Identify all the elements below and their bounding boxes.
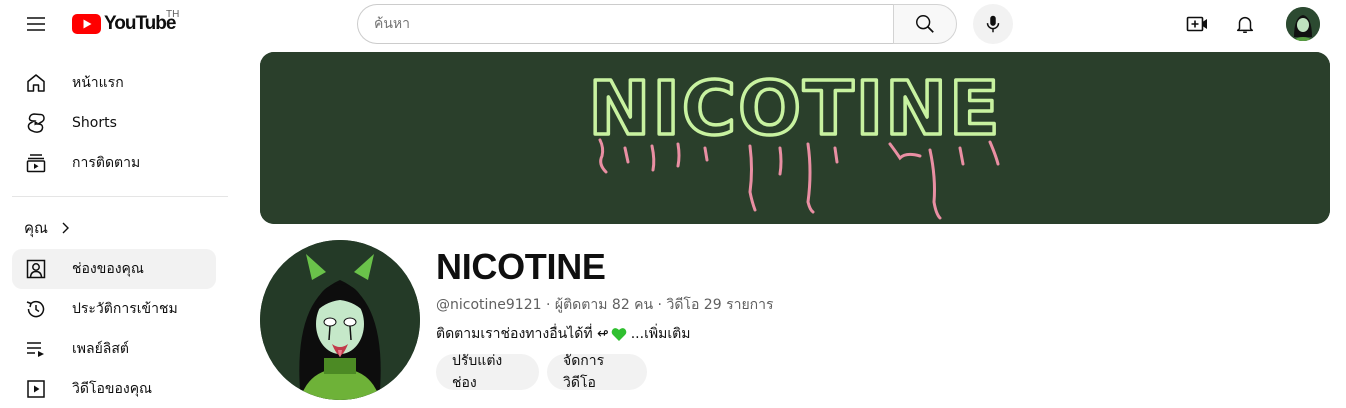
channel-meta: @nicotine9121 · ผู้ติดตาม 82 คน · วิดีโอ… [436, 294, 774, 316]
meta-separator: · [653, 297, 667, 313]
sidebar-divider [12, 196, 228, 197]
top-bar: YouTube TH [0, 0, 1346, 48]
youtube-play-logo-icon [72, 14, 101, 34]
search-icon [916, 15, 934, 33]
sidebar-item-label: หน้าแรก [72, 75, 124, 91]
sidebar-item-your-channel[interactable]: ช่องของคุณ [12, 249, 216, 289]
hamburger-menu-icon [27, 17, 45, 31]
sidebar-item-label: เพลย์ลิสต์ [72, 341, 130, 357]
home-icon [24, 71, 48, 95]
manage-videos-button[interactable]: จัดการวิดีโอ [547, 353, 647, 391]
channel-handle: @nicotine9121 [436, 297, 542, 313]
sidebar-item-history[interactable]: ประวัติการเข้าชม [12, 289, 216, 329]
guide-menu-button[interactable] [16, 4, 56, 44]
more-link[interactable]: ...เพิ่มเติม [631, 323, 691, 345]
channel-banner: NICOTINE [260, 52, 1330, 224]
sidebar-item-your-videos[interactable]: วิดีโอของคุณ [12, 369, 216, 408]
sidebar-item-subscriptions[interactable]: การติดตาม [12, 143, 216, 183]
notifications-button[interactable] [1225, 4, 1265, 44]
banner-title: NICOTINE [588, 66, 1001, 152]
subscriber-count: ผู้ติดตาม 82 คน [554, 297, 654, 313]
sidebar-item-home[interactable]: หน้าแรก [12, 63, 216, 103]
account-avatar[interactable] [1286, 7, 1320, 41]
sidebar-item-label: ประวัติการเข้าชม [72, 301, 178, 317]
playlists-icon [24, 337, 48, 361]
channel-avatar-image [260, 240, 420, 400]
search-box [357, 4, 957, 44]
description-text: ติดตามเราช่องทางอื่นได้ที่ ↫ [436, 326, 609, 342]
sidebar-item-label: ช่องของคุณ [72, 261, 144, 277]
chevron-right-icon [62, 222, 69, 234]
green-heart-icon [611, 327, 627, 341]
logo-text: YouTube [104, 13, 176, 34]
channel-name: NICOTINE [436, 246, 606, 287]
your-channel-icon [24, 257, 48, 281]
your-videos-icon [24, 377, 48, 401]
sidebar-item-label: วิดีโอของคุณ [72, 381, 153, 397]
subscriptions-icon [24, 151, 48, 175]
create-video-icon [1186, 16, 1207, 32]
voice-search-button[interactable] [973, 4, 1013, 44]
banner-art: NICOTINE [260, 52, 1330, 224]
search-button[interactable] [893, 4, 957, 44]
channel-avatar[interactable] [260, 240, 420, 400]
bell-icon [1236, 16, 1254, 33]
user-avatar-icon [1286, 7, 1320, 41]
customize-channel-button[interactable]: ปรับแต่งช่อง [436, 353, 539, 391]
meta-separator: · [541, 297, 555, 313]
channel-description[interactable]: ติดตามเราช่องทางอื่นได้ที่ ↫ ...เพิ่มเติ… [436, 323, 690, 345]
sidebar-item-label: Shorts [72, 115, 117, 131]
you-header-label: คุณ [24, 219, 48, 237]
microphone-icon [986, 15, 1000, 33]
sidebar-you-header[interactable]: คุณ [12, 208, 72, 248]
sidebar-item-shorts[interactable]: Shorts [12, 103, 216, 143]
sidebar: หน้าแรก Shorts การติดตาม คุณ ช่องของคุณ … [0, 56, 240, 408]
shorts-icon [24, 111, 48, 135]
sidebar-item-label: การติดตาม [72, 155, 141, 171]
video-count: วิดีโอ 29 รายการ [666, 297, 774, 313]
search-input[interactable] [357, 4, 893, 44]
youtube-logo[interactable]: YouTube TH [72, 9, 179, 37]
country-code: TH [166, 9, 180, 20]
history-icon [24, 297, 48, 321]
create-button[interactable] [1177, 4, 1217, 44]
sidebar-item-playlists[interactable]: เพลย์ลิสต์ [12, 329, 216, 369]
